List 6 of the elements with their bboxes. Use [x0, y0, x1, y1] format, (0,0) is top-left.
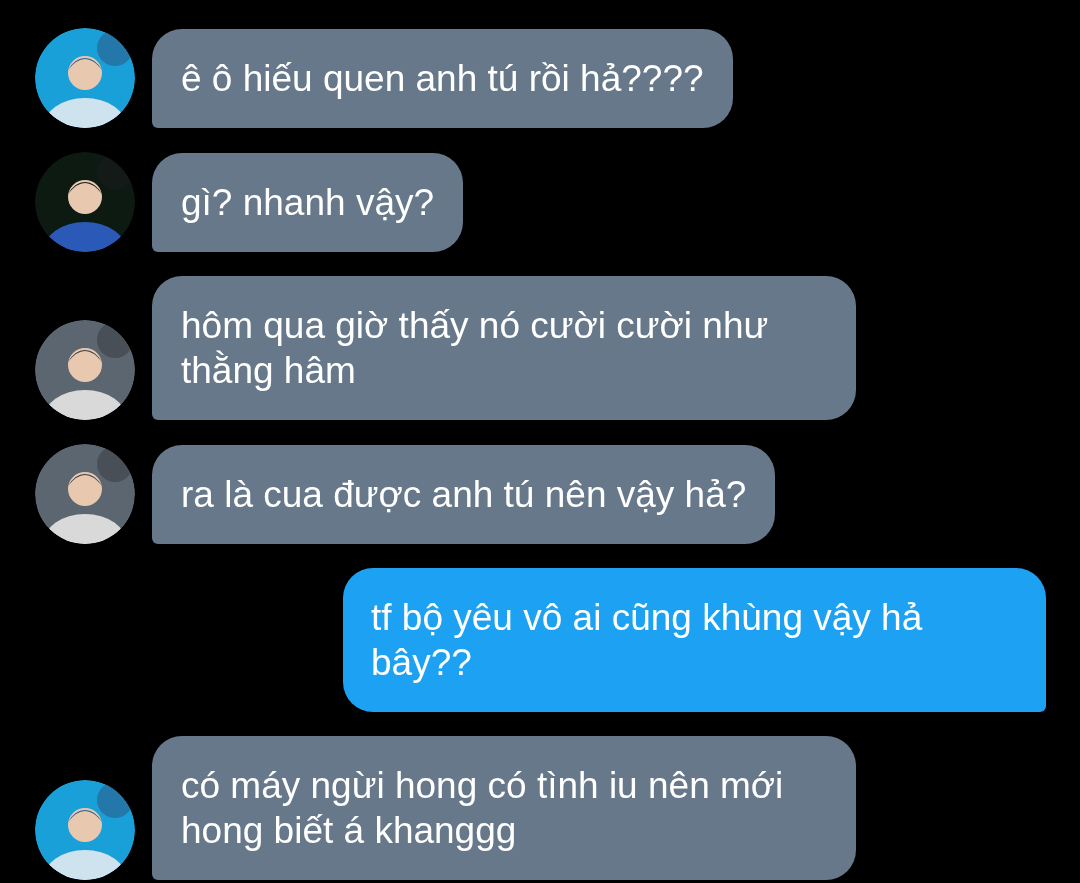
sent-message-bubble: tf bộ yêu vô ai cũng khùng vậy hả bây?? — [343, 568, 1046, 712]
received-message-bubble: ê ô hiếu quen anh tú rồi hả???? — [152, 29, 733, 128]
received-message-bubble: có máy ngừi hong có tình iu nên mới hong biết á khanggg — [152, 736, 856, 880]
received-message-bubble: hôm qua giờ thấy nó cười cười như thằng hâm — [152, 276, 856, 420]
received-message-bubble: gì? nhanh vậy? — [152, 153, 464, 252]
received-message-bubble: ra là cua được anh tú nên vậy hả? — [152, 445, 776, 544]
